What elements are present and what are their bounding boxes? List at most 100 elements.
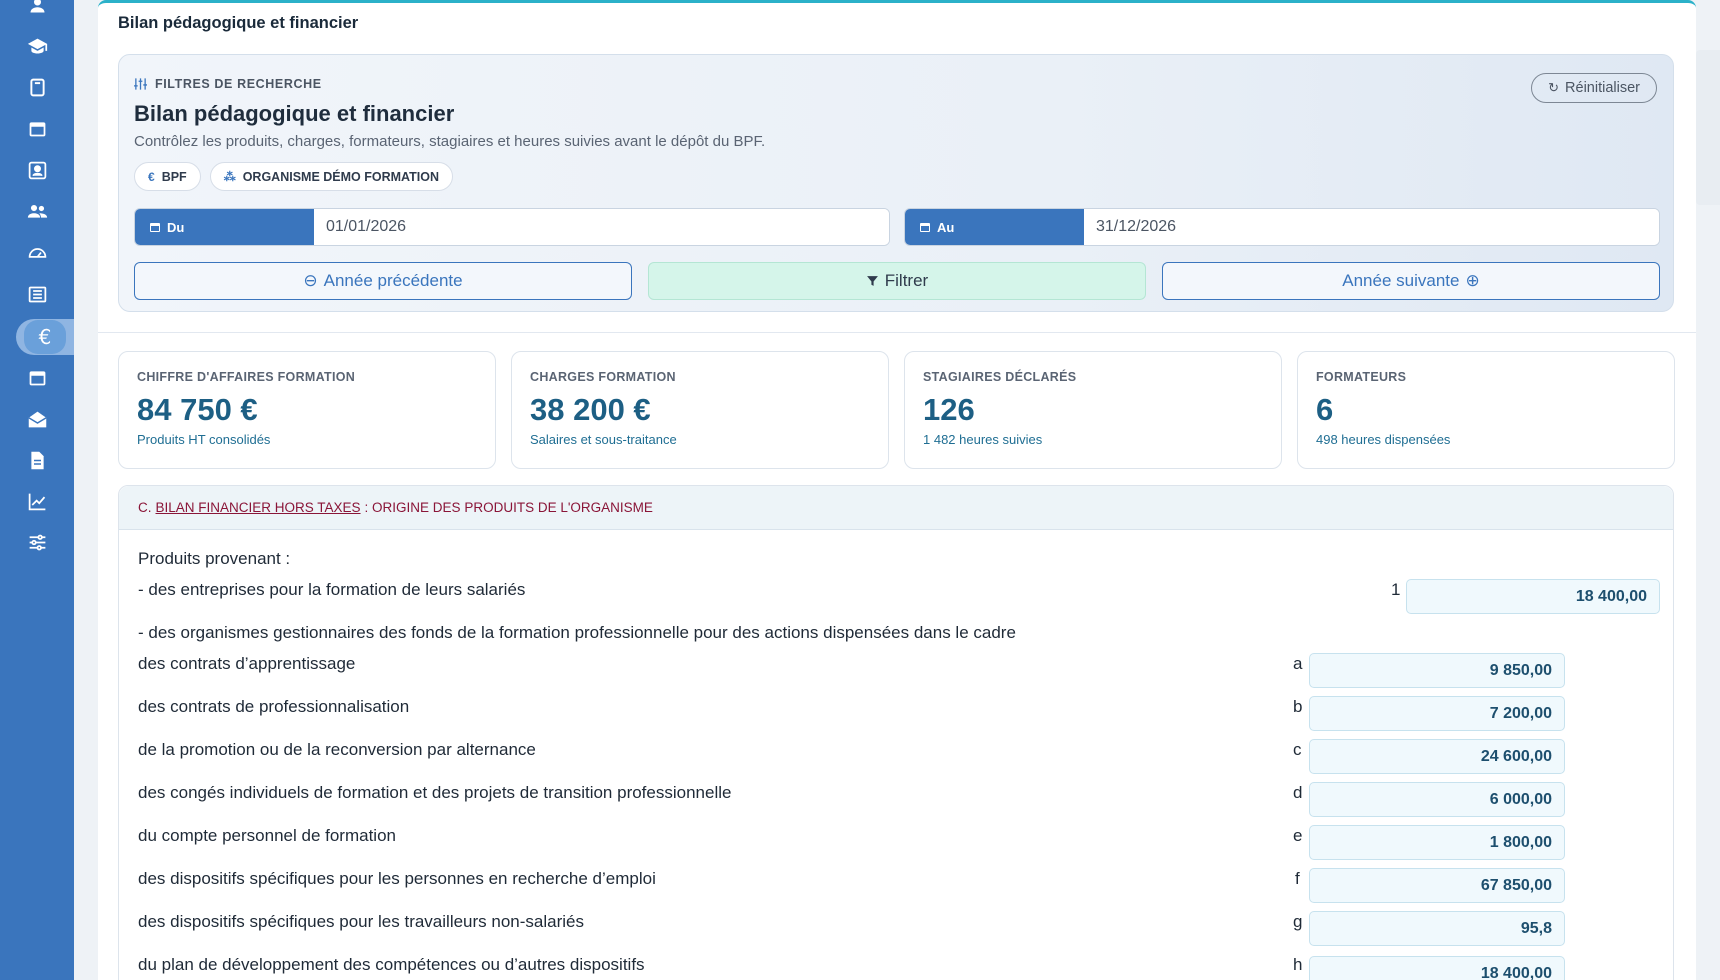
kpi-value: 6 <box>1316 392 1334 427</box>
kpi-card-revenue: CHIFFRE D'AFFAIRES FORMATION 84 750 € Pr… <box>118 351 496 469</box>
main-card: Bilan pédagogique et financier FILTRES D… <box>98 0 1696 980</box>
euro-icon: € <box>24 320 66 354</box>
search-filters-panel: FILTRES DE RECHERCHE Bilan pédagogique e… <box>118 54 1674 312</box>
amount-field[interactable]: 7 200,00 <box>1309 696 1565 731</box>
row-code: a <box>1293 654 1303 673</box>
book-icon[interactable] <box>16 70 58 104</box>
filter-sliders-icon <box>134 78 147 90</box>
amount-field[interactable]: 67 850,00 <box>1309 868 1565 903</box>
filters-eyebrow: FILTRES DE RECHERCHE <box>134 77 322 91</box>
group-icon[interactable] <box>16 194 58 228</box>
row-label: des contrats de professionnalisation <box>138 697 410 716</box>
row-label: de la promotion ou de la reconversion pa… <box>138 740 536 759</box>
row-code: h <box>1293 955 1303 974</box>
reset-button[interactable]: ↻ Réinitialiser <box>1531 73 1657 103</box>
page-title: Bilan pédagogique et financier <box>118 14 359 32</box>
divider <box>98 332 1696 333</box>
chip-label: ORGANISME DÉMO FORMATION <box>242 169 439 184</box>
kpi-card-trainers: FORMATEURS 6 498 heures dispensées <box>1297 351 1675 469</box>
euro-icon: € <box>148 169 155 184</box>
row-code: g <box>1293 912 1303 931</box>
date-to-input[interactable] <box>1084 209 1659 245</box>
date-from-group: Du <box>134 208 890 246</box>
row-label: des dispositifs spécifiques pour les tra… <box>138 912 584 931</box>
next-year-label: Année suivante <box>1342 271 1460 290</box>
amount-field[interactable]: 1 800,00 <box>1309 825 1565 860</box>
calendar-icon <box>150 223 160 232</box>
chip-label: BPF <box>161 169 187 184</box>
newspaper-icon[interactable] <box>16 277 58 311</box>
refresh-icon: ↻ <box>1548 80 1560 95</box>
amount-field-companies[interactable]: 18 400,00 <box>1406 579 1660 614</box>
dashboard-icon[interactable] <box>16 235 58 269</box>
kpi-label: STAGIAIRES DÉCLARÉS <box>923 370 1077 384</box>
row-label: du compte personnel de formation <box>138 826 396 845</box>
date-from-input[interactable] <box>314 209 889 245</box>
kpi-subtext: 498 heures dispensées <box>1316 432 1451 447</box>
row-code: d <box>1293 783 1303 802</box>
arrow-left-circle-icon: ⊖ <box>303 271 318 290</box>
filter-button[interactable]: Filtrer <box>648 262 1146 300</box>
amount-field[interactable]: 6 000,00 <box>1309 782 1565 817</box>
companies-label: - des entreprises pour la formation de l… <box>138 580 526 599</box>
kpi-value: 84 750 € <box>137 392 258 427</box>
row-code: e <box>1293 826 1303 845</box>
amount-field[interactable]: 9 850,00 <box>1309 653 1565 688</box>
calendar-alt-icon[interactable] <box>16 360 58 394</box>
row-label: des contrats d’apprentissage <box>138 654 356 673</box>
kpi-label: CHIFFRE D'AFFAIRES FORMATION <box>137 370 356 384</box>
previous-year-button[interactable]: ⊖ Année précédente <box>134 262 632 300</box>
context-chips: € BPF ⁂ ORGANISME DÉMO FORMATION <box>134 162 453 191</box>
graduation-cap-icon[interactable] <box>16 29 58 63</box>
kpi-subtext: 1 482 heures suivies <box>923 432 1043 447</box>
date-from-label: Du <box>135 209 314 245</box>
row-code: c <box>1293 740 1302 759</box>
sidebar: € <box>0 0 74 980</box>
date-to-group: Au <box>904 208 1660 246</box>
amount-field[interactable]: 18 400,00 <box>1309 956 1565 980</box>
section-title-underlined: BILAN FINANCIER HORS TAXES <box>155 500 361 515</box>
arrow-right-circle-icon: ⊕ <box>1465 271 1480 290</box>
financial-origin-section: C. BILAN FINANCIER HORS TAXES : ORIGINE … <box>118 485 1674 980</box>
filters-subtitle: Contrôlez les produits, charges, formate… <box>134 133 766 150</box>
section-title: C. BILAN FINANCIER HORS TAXES : ORIGINE … <box>119 486 1673 530</box>
kpi-subtext: Produits HT consolidés <box>137 432 271 447</box>
section-title-rest: : ORIGINE DES PRODUITS DE L'ORGANISME <box>364 500 653 515</box>
chart-line-icon[interactable] <box>16 484 58 518</box>
funnel-icon <box>866 276 878 286</box>
kpi-card-trainees: STAGIAIRES DÉCLARÉS 126 1 482 heures sui… <box>904 351 1282 469</box>
mail-open-icon[interactable] <box>16 402 58 436</box>
calendar-icon[interactable] <box>16 111 58 145</box>
date-to-label: Au <box>905 209 1084 245</box>
kpi-label: FORMATEURS <box>1316 370 1407 384</box>
date-to-label-text: Au <box>937 219 955 235</box>
products-intro: Produits provenant : <box>138 549 291 568</box>
previous-year-label: Année précédente <box>323 271 463 290</box>
id-card-icon[interactable] <box>16 153 58 187</box>
scrollbar-thumb[interactable] <box>1696 50 1720 205</box>
users-icon[interactable] <box>16 0 58 22</box>
row-label: des congés individuels de formation et d… <box>138 783 732 802</box>
reset-label: Réinitialiser <box>1565 80 1640 96</box>
filters-eyebrow-label: FILTRES DE RECHERCHE <box>155 77 322 91</box>
section-letter: C. <box>138 500 152 515</box>
amount-field[interactable]: 24 600,00 <box>1309 739 1565 774</box>
filter-label: Filtrer <box>884 271 929 290</box>
chip-bpf: € BPF <box>134 162 201 191</box>
kpi-value: 126 <box>923 392 975 427</box>
amount-field[interactable]: 95,8 <box>1309 911 1565 946</box>
kpi-label: CHARGES FORMATION <box>530 370 676 384</box>
next-year-button[interactable]: Année suivante ⊕ <box>1162 262 1660 300</box>
filters-title: Bilan pédagogique et financier <box>134 101 455 126</box>
sitemap-icon: ⁂ <box>223 169 236 184</box>
row-label: des dispositifs spécifiques pour les per… <box>138 869 656 888</box>
sliders-icon[interactable] <box>16 525 58 559</box>
file-icon[interactable] <box>16 443 58 477</box>
opco-intro: - des organismes gestionnaires des fonds… <box>138 623 1016 642</box>
kpi-card-charges: CHARGES FORMATION 38 200 € Salaires et s… <box>511 351 889 469</box>
euro-nav-item[interactable]: € <box>16 319 74 355</box>
date-from-label-text: Du <box>167 219 185 235</box>
chip-organisme: ⁂ ORGANISME DÉMO FORMATION <box>209 162 453 191</box>
calendar-icon <box>920 223 930 232</box>
row-code: f <box>1295 869 1300 888</box>
